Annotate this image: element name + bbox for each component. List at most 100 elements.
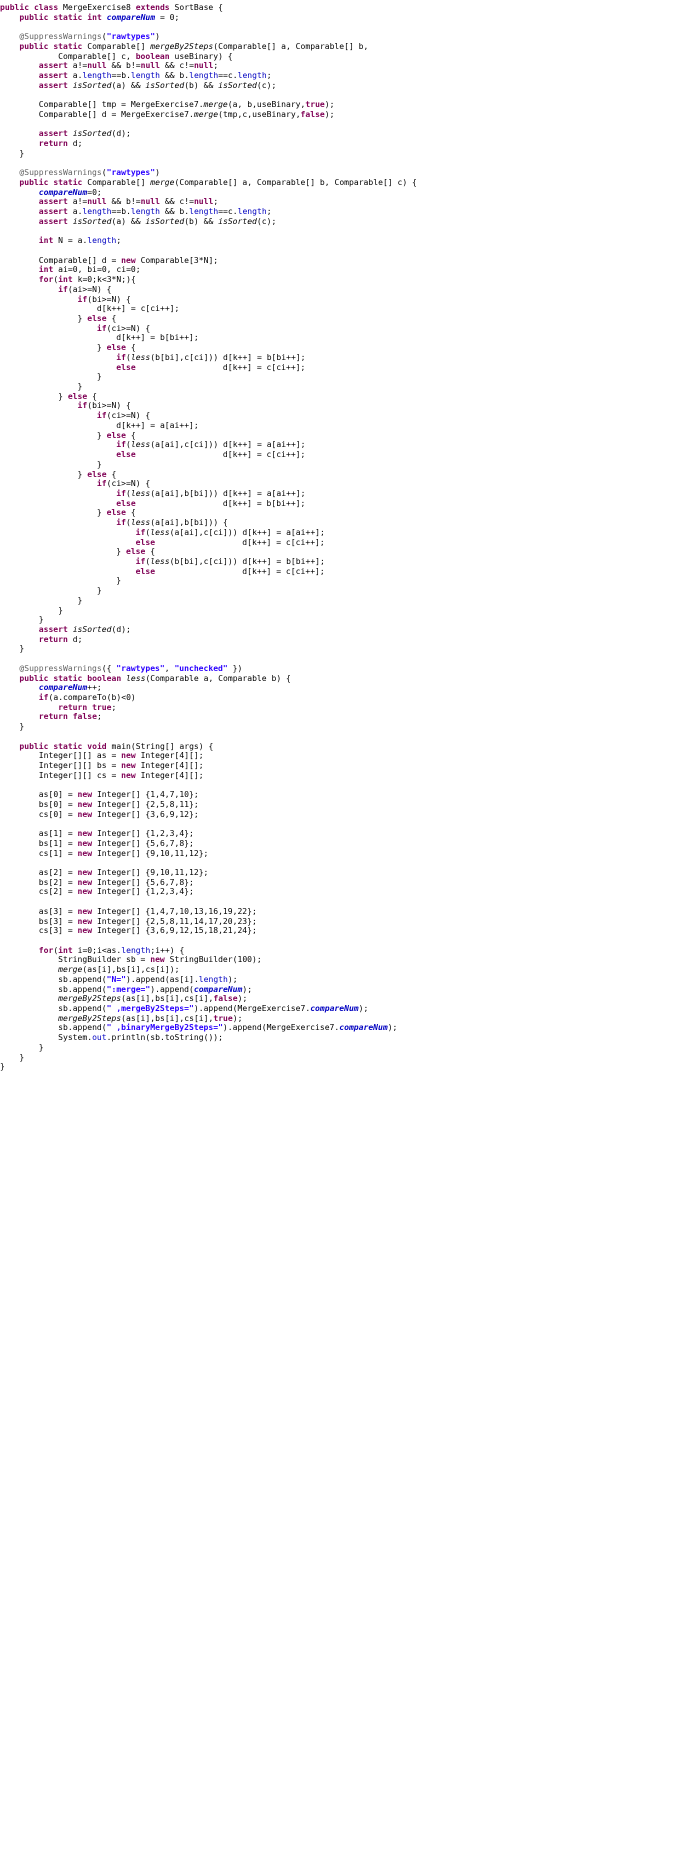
code-line: assert isSorted(a) && isSorted(b) && isS…: [38, 216, 277, 226]
code-line: }: [0, 148, 25, 158]
code-line: d[k++] = a[ai++];: [116, 420, 199, 430]
code-line: }: [0, 605, 63, 615]
code-line: d[k++] = b[bi++];: [116, 333, 199, 343]
code-line: }: [0, 382, 83, 392]
code-line: merge(as[i],bs[i],cs[i]);: [58, 965, 180, 975]
code-line: if(less(a[ai],b[bi])) d[k++] = a[ai++];: [116, 488, 306, 498]
code-line: }: [0, 1052, 25, 1062]
code-line: bs[2] = new Integer[] {5,6,7,8};: [38, 877, 194, 887]
code-line: cs[2] = new Integer[] {1,2,3,4};: [38, 887, 194, 897]
code-line: sb.append("N=").append(as[i].length);: [58, 974, 238, 984]
code-line: @SuppressWarnings({ "rawtypes", "uncheck…: [19, 663, 243, 673]
code-line: compareNum=0;: [38, 187, 102, 197]
code-line: else d[k++] = c[ci++];: [116, 450, 306, 460]
code-line: if(less(a[ai],c[ci])) d[k++] = a[ai++];: [116, 440, 306, 450]
code-listing: public class MergeExercise8 extends Sort…: [0, 0, 690, 1072]
code-line: } else {: [0, 508, 136, 518]
code-line: else d[k++] = c[ci++];: [135, 537, 325, 547]
code-line: public class MergeExercise8 extends Sort…: [0, 3, 223, 12]
code-line: Comparable[] tmp = MergeExercise7.merge(…: [38, 100, 335, 110]
code-line: }: [0, 372, 102, 382]
code-line: }: [0, 459, 102, 469]
code-line: public static boolean less(Comparable a,…: [19, 673, 291, 683]
code-line: Comparable[] d = new Comparable[3*N];: [38, 255, 219, 265]
code-line: }: [0, 1042, 44, 1052]
code-line: }: [0, 644, 25, 654]
code-line: if(ci>=N) {: [96, 323, 151, 333]
code-line: for(int k=0;k<3*N;){: [38, 275, 136, 285]
code-line: Comparable[] d = MergeExercise7.merge(tm…: [38, 109, 335, 119]
code-line: int ai=0, bi=0, ci=0;: [38, 265, 141, 275]
code-line: sb.append(":merge=").append(compareNum);: [58, 984, 253, 994]
code-line: bs[1] = new Integer[] {5,6,7,8};: [38, 838, 194, 848]
code-line: public static Comparable[] mergeBy2Steps…: [19, 41, 369, 51]
code-line: System.out.println(sb.toString());: [58, 1033, 223, 1043]
code-line: Comparable[] c, boolean useBinary) {: [58, 51, 233, 61]
code-line: compareNum++;: [38, 683, 102, 693]
code-line: } else {: [0, 547, 156, 557]
code-line: as[0] = new Integer[] {1,4,7,10};: [38, 790, 199, 800]
code-line: if(bi>=N) {: [77, 401, 131, 411]
code-line: if(a.compareTo(b)<0): [38, 693, 136, 703]
code-line: if(bi>=N) {: [77, 294, 131, 304]
code-line: int N = a.length;: [38, 236, 122, 246]
code-line: } else {: [0, 343, 136, 353]
code-line: assert a!=null && b!=null && c!=null;: [38, 61, 219, 71]
code-line: if(less(a[ai],b[bi])) {: [116, 518, 228, 528]
code-line: Integer[][] cs = new Integer[4][];: [38, 770, 204, 780]
code-line: }: [0, 595, 83, 605]
code-line: else d[k++] = c[ci++];: [116, 362, 306, 372]
code-line: cs[0] = new Integer[] {3,6,9,12};: [38, 809, 199, 819]
code-line: } else {: [0, 469, 117, 479]
code-line: for(int i=0;i<as.length;i++) {: [38, 945, 185, 955]
code-line: as[3] = new Integer[] {1,4,7,10,13,16,19…: [38, 906, 257, 916]
code-line: assert isSorted(d);: [38, 129, 131, 139]
code-line: return d;: [38, 139, 83, 149]
code-line: }: [0, 576, 122, 586]
code-line: bs[0] = new Integer[] {2,5,8,11};: [38, 799, 199, 809]
code-line: assert a!=null && b!=null && c!=null;: [38, 197, 219, 207]
code-line: mergeBy2Steps(as[i],bs[i],cs[i],true);: [58, 1013, 243, 1023]
code-line: public static Comparable[] merge(Compara…: [19, 177, 417, 187]
code-line: if(less(b[bi],c[ci])) d[k++] = b[bi++];: [135, 556, 325, 566]
code-line: Integer[][] as = new Integer[4][];: [38, 751, 204, 761]
code-line: public static int compareNum = 0;: [19, 12, 180, 22]
code-line: if(ci>=N) {: [96, 479, 151, 489]
code-line: cs[3] = new Integer[] {3,6,9,12,15,18,21…: [38, 926, 257, 936]
code-line: }: [0, 615, 44, 625]
code-line: bs[3] = new Integer[] {2,5,8,11,14,17,20…: [38, 916, 257, 926]
code-line: d[k++] = c[ci++];: [96, 304, 180, 314]
code-line: sb.append(" ,mergeBy2Steps=").append(Mer…: [58, 1004, 369, 1014]
code-line: assert a.length==b.length && b.length==c…: [38, 71, 272, 81]
code-line: return d;: [38, 634, 83, 644]
code-line: assert a.length==b.length && b.length==c…: [38, 207, 272, 217]
code-line: else d[k++] = c[ci++];: [135, 566, 325, 576]
code-line: }: [0, 722, 25, 732]
code-line: assert isSorted(d);: [38, 625, 131, 634]
code-line: if(less(a[ai],c[ci])) d[k++] = a[ai++];: [135, 527, 325, 537]
code-line: sb.append(" ,binaryMergeBy2Steps=").appe…: [58, 1023, 398, 1033]
code-line: else d[k++] = b[bi++];: [116, 498, 306, 508]
code-line: } else {: [0, 314, 117, 323]
code-line: } else {: [0, 391, 97, 401]
code-line: as[2] = new Integer[] {9,10,11,12};: [38, 867, 209, 877]
code-line: return false;: [38, 712, 102, 722]
code-line: } else {: [0, 430, 136, 440]
code-line: assert isSorted(a) && isSorted(b) && isS…: [38, 80, 277, 90]
code-line: if(ci>=N) {: [96, 411, 151, 421]
code-line: public static void main(String[] args) {: [19, 741, 214, 751]
code-line: return true;: [58, 702, 117, 712]
code-line: }: [0, 1062, 5, 1072]
